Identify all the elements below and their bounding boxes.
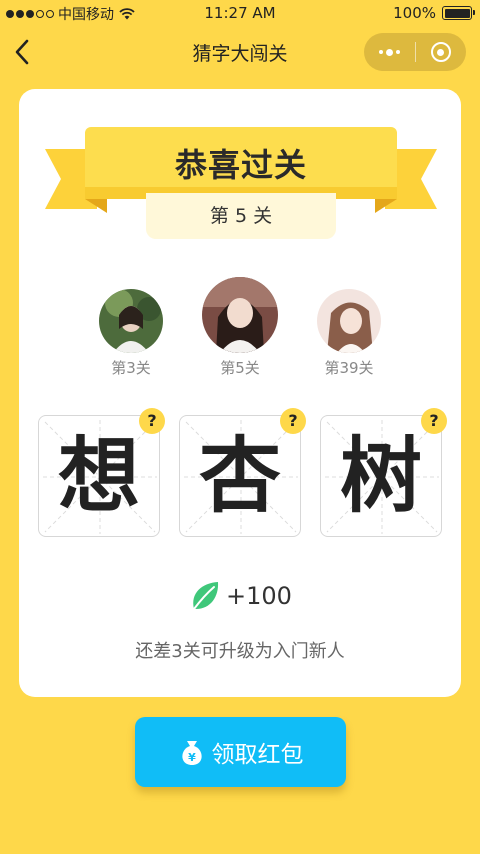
player-item-1[interactable]: 第3关 — [99, 289, 163, 378]
claim-button-label: 领取红包 — [211, 742, 304, 768]
help-badge[interactable]: ? — [421, 408, 447, 434]
claim-red-packet-button[interactable]: ¥ 领取红包 — [135, 717, 346, 787]
result-card: 恭喜过关 第 5 关 第3关 第5关 第39关 想 ? 杏 ? 树 ? +100… — [19, 89, 461, 697]
player-item-3[interactable]: 第39关 — [317, 289, 381, 378]
player-level-label: 第3关 — [111, 359, 151, 377]
upgrade-hint: 还差3关可升级为入门新人 — [135, 641, 345, 662]
svg-text:¥: ¥ — [188, 751, 196, 764]
banner-title: 恭喜过关 — [174, 146, 307, 184]
avatar — [317, 289, 381, 353]
player-avatars: 第3关 第5关 第39关 — [19, 277, 461, 387]
player-item-2[interactable]: 第5关 — [202, 277, 278, 378]
character-text: 杏 — [198, 429, 281, 524]
character-card-2[interactable]: 杏 ? — [179, 408, 306, 537]
help-badge[interactable]: ? — [139, 408, 165, 434]
battery-percent: 100% — [393, 4, 436, 22]
player-level-label: 第5关 — [220, 359, 260, 377]
answer-characters: 想 ? 杏 ? 树 ? — [38, 408, 448, 537]
player-level-label: 第39关 — [324, 359, 374, 377]
money-bag-icon: ¥ — [181, 741, 202, 765]
mini-program-capsule — [364, 33, 466, 71]
status-bar: 中国移动 11:27 AM 100% — [0, 0, 480, 26]
nav-bar: 猜字大闯关 — [0, 26, 480, 78]
character-text: 想 — [57, 429, 140, 524]
reward-row: +100 — [19, 579, 461, 613]
leaf-icon — [193, 582, 219, 610]
help-badge[interactable]: ? — [280, 408, 306, 434]
close-mini-program-button[interactable] — [416, 33, 467, 71]
character-card-3[interactable]: 树 ? — [320, 408, 447, 537]
avatar — [202, 277, 278, 353]
level-label: 第 5 关 — [146, 193, 336, 239]
more-dots-icon — [378, 48, 400, 56]
status-right: 100% — [393, 4, 475, 22]
reward-value: +100 — [226, 582, 292, 610]
character-text: 树 — [339, 429, 422, 524]
character-card-1[interactable]: 想 ? — [38, 408, 165, 537]
more-button[interactable] — [364, 33, 415, 71]
target-close-icon — [430, 42, 451, 62]
avatar — [99, 289, 163, 353]
battery-icon — [442, 6, 475, 20]
